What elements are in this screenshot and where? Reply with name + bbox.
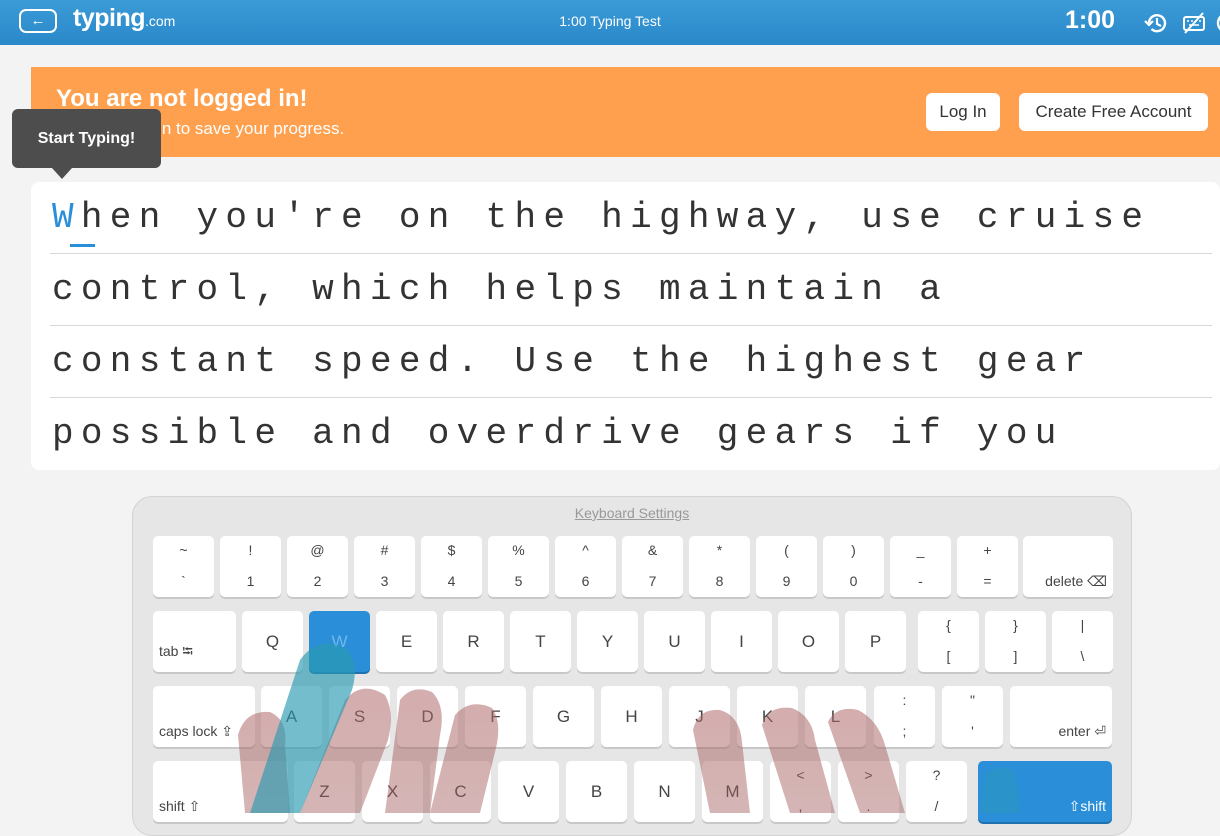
key-symbol[interactable]: ! 1 [220, 536, 281, 597]
key-symbol[interactable]: ^ 6 [555, 536, 616, 597]
account-icon[interactable] [1214, 10, 1220, 36]
key-symbol[interactable]: $4 [421, 536, 482, 597]
key-symbol[interactable]: * 8 [689, 536, 750, 597]
key-w[interactable]: W [309, 611, 370, 672]
key-symbol[interactable]: _ - [890, 536, 951, 597]
key-symbol[interactable]: " ' [942, 686, 1003, 747]
key-symbol[interactable]: #3 [354, 536, 415, 597]
line-text-rest: hen you're on the highway, use cruise [80, 197, 1151, 238]
key-symbol[interactable]: ~ ` [153, 536, 214, 597]
text-line: constant speed. Use the highest gear [50, 326, 1212, 398]
virtual-keyboard: Keyboard Settings ~ `! 1 @2 #3 $4% 5 ^ 6 & 7 * 8(9) 0… [132, 496, 1132, 836]
top-bar: ← typing.com 1:00 Typing Test 1:00 [0, 0, 1220, 45]
key-j[interactable]: J [669, 686, 730, 747]
key-q[interactable]: Q [242, 611, 303, 672]
key-o[interactable]: O [778, 611, 839, 672]
key-f[interactable]: F [465, 686, 526, 747]
text-line: When you're on the highway, use cruise [50, 182, 1212, 254]
key-l[interactable]: L [805, 686, 866, 747]
key-symbol[interactable]: ) 0 [823, 536, 884, 597]
login-button[interactable]: Log In [926, 93, 1000, 131]
keyboard-settings-link[interactable]: Keyboard Settings [133, 505, 1131, 521]
key-s[interactable]: S [329, 686, 390, 747]
key-i[interactable]: I [711, 611, 772, 672]
key-a[interactable]: A [261, 686, 322, 747]
typing-text-panel[interactable]: When you're on the highway, use cruise c… [31, 182, 1220, 470]
key-symbol[interactable]: & 7 [622, 536, 683, 597]
key-symbol[interactable]: @2 [287, 536, 348, 597]
history-icon[interactable] [1143, 10, 1169, 36]
key-t[interactable]: T [510, 611, 571, 672]
start-typing-tooltip: Start Typing! [12, 109, 161, 179]
key-symbol[interactable]: (9 [756, 536, 817, 597]
key-symbol[interactable]: }] [985, 611, 1046, 672]
text-line: possible and overdrive gears if you [52, 413, 1064, 454]
timer: 1:00 [1065, 6, 1116, 34]
cursor-indicator [70, 244, 95, 247]
key-e[interactable]: E [376, 611, 437, 672]
key-symbol[interactable]: :; [874, 686, 935, 747]
key-delete[interactable]: delete ⌫ [1023, 536, 1113, 597]
key-g[interactable]: G [533, 686, 594, 747]
current-character: W [52, 197, 81, 238]
key-y[interactable]: Y [577, 611, 638, 672]
key-symbol[interactable]: | \ [1052, 611, 1113, 672]
key-symbol[interactable]: % 5 [488, 536, 549, 597]
create-account-button[interactable]: Create Free Account [1019, 93, 1208, 131]
key-r[interactable]: R [443, 611, 504, 672]
login-banner: You are not logged in! ccount or log in … [31, 67, 1220, 157]
key-caps-lock[interactable]: caps lock ⇪ [153, 686, 255, 747]
key-symbol[interactable]: {[ [918, 611, 979, 672]
page-title: 1:00 Typing Test [559, 13, 661, 29]
key-enter[interactable]: enter ⏎ [1010, 686, 1112, 747]
key-h[interactable]: H [601, 686, 662, 747]
key-symbol[interactable]: + = [957, 536, 1018, 597]
key-u[interactable]: U [644, 611, 705, 672]
key-d[interactable]: D [397, 686, 458, 747]
keyboard-off-icon[interactable] [1181, 10, 1207, 36]
key-tab[interactable]: tab ⭾ [153, 611, 236, 672]
text-line: control, which helps maintain a [50, 254, 1212, 326]
key-k[interactable]: K [737, 686, 798, 747]
key-p[interactable]: P [845, 611, 906, 672]
